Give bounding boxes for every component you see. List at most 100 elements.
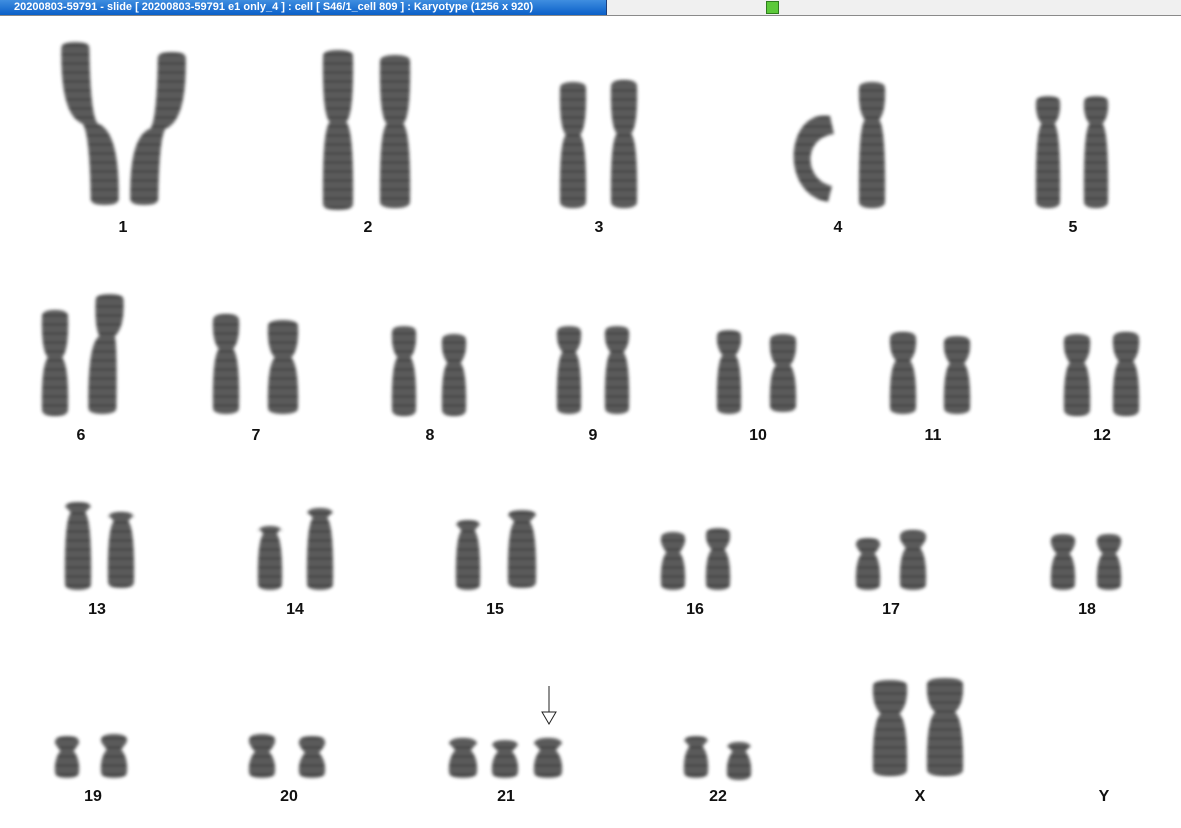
chromosome-16[interactable] xyxy=(660,528,731,590)
chromosome-x-homolog-2[interactable] xyxy=(926,678,964,776)
chromosome-14-label: 14 xyxy=(286,601,304,618)
chromosome-5[interactable] xyxy=(1035,96,1109,208)
chromosome-3-homolog-1[interactable] xyxy=(559,82,587,208)
chromosome-2-homolog-1[interactable] xyxy=(322,50,354,210)
chromosome-5-homolog-1[interactable] xyxy=(1035,96,1061,208)
chromosome-21-homolog-3[interactable] xyxy=(533,738,563,778)
chromosome-11-homolog-2[interactable] xyxy=(943,336,971,414)
chromosome-4[interactable] xyxy=(793,82,886,208)
chromosome-13-label: 13 xyxy=(88,601,106,618)
chromosome-17-homolog-2[interactable] xyxy=(899,530,927,590)
chromosome-14-homolog-2[interactable] xyxy=(306,508,334,590)
chromosome-5-homolog-2[interactable] xyxy=(1083,96,1109,208)
chromosome-13[interactable] xyxy=(64,502,135,590)
chromosome-15-homolog-1[interactable] xyxy=(455,520,481,590)
chromosome-4-homolog-1[interactable] xyxy=(793,115,834,202)
chromosome-1-homolog-1[interactable] xyxy=(61,42,119,205)
chromosome-18-homolog-2[interactable] xyxy=(1096,534,1122,590)
chromosome-5-label: 5 xyxy=(1068,219,1078,236)
chromosome-11-homolog-1[interactable] xyxy=(889,332,917,414)
chromosome-14[interactable] xyxy=(257,508,334,590)
chromosome-8[interactable] xyxy=(391,326,467,416)
chromosome-17-homolog-1[interactable] xyxy=(855,538,881,590)
karyogram[interactable]: 1 2 3 4 5 6 7 8 9 10 11 12 13 14 15 16 17 18 19 20 21 22 X Y xyxy=(0,17,1181,828)
chromosome-8-homolog-1[interactable] xyxy=(391,326,417,416)
chromosome-21-label: 21 xyxy=(497,788,515,805)
chromosome-22-homolog-1[interactable] xyxy=(683,736,709,778)
chromosome-x-homolog-1[interactable] xyxy=(872,680,908,776)
chromosome-10-label: 10 xyxy=(749,427,767,444)
chromosome-2-label: 2 xyxy=(363,219,373,236)
chromosome-2-homolog-2[interactable] xyxy=(379,55,411,208)
chromosome-17[interactable] xyxy=(855,530,927,590)
chromosome-18-label: 18 xyxy=(1078,601,1096,618)
chromosome-14-homolog-1[interactable] xyxy=(257,526,283,590)
chromosome-18-homolog-1[interactable] xyxy=(1050,534,1076,590)
chromosome-y-label: Y xyxy=(1098,788,1110,805)
karyogram-canvas xyxy=(41,42,1140,780)
chromosome-21[interactable] xyxy=(448,738,563,778)
chromosome-20-homolog-1[interactable] xyxy=(248,734,276,778)
chromosome-7[interactable] xyxy=(212,314,299,414)
chromosome-19[interactable] xyxy=(54,734,128,778)
chromosome-12-homolog-2[interactable] xyxy=(1112,332,1140,416)
chromosome-9-label: 9 xyxy=(588,427,598,444)
chromosome-16-homolog-2[interactable] xyxy=(705,528,731,590)
chromosome-12-label: 12 xyxy=(1093,427,1111,444)
chromosome-1[interactable] xyxy=(61,42,186,205)
chromosome-22[interactable] xyxy=(683,736,752,780)
window-titlebar: 20200803-59791 - slide [ 20200803-59791 … xyxy=(0,0,1181,16)
chromosome-6-label: 6 xyxy=(76,427,86,444)
chromosome-9[interactable] xyxy=(556,326,630,414)
chromosome-20-homolog-2[interactable] xyxy=(298,736,326,778)
chromosome-1-homolog-2[interactable] xyxy=(130,52,186,205)
chromosome-6[interactable] xyxy=(41,294,124,416)
chromosome-13-homolog-2[interactable] xyxy=(107,512,135,588)
chromosome-11[interactable] xyxy=(889,332,971,414)
chromosome-16-label: 16 xyxy=(686,601,704,618)
chromosome-3-label: 3 xyxy=(594,219,604,236)
chromosome-x[interactable] xyxy=(872,678,964,776)
chromosome-15-label: 15 xyxy=(486,601,504,618)
chromosome-20[interactable] xyxy=(248,734,326,778)
chromosome-10[interactable] xyxy=(716,330,797,414)
chromosome-3-homolog-2[interactable] xyxy=(610,80,638,208)
chromosome-12-homolog-1[interactable] xyxy=(1063,334,1091,416)
chromosome-9-homolog-1[interactable] xyxy=(556,326,582,414)
chromosome-12[interactable] xyxy=(1063,332,1140,416)
chromosome-6-homolog-2[interactable] xyxy=(88,294,124,414)
chromosome-19-label: 19 xyxy=(84,788,102,805)
chromosome-19-homolog-1[interactable] xyxy=(54,736,80,778)
chromosome-7-homolog-2[interactable] xyxy=(267,320,299,414)
chromosome-1-label: 1 xyxy=(118,219,128,236)
chromosome-7-homolog-1[interactable] xyxy=(212,314,240,414)
chromosome-10-homolog-1[interactable] xyxy=(716,330,742,414)
chromosome-7-label: 7 xyxy=(251,427,261,444)
chromosome-22-label: 22 xyxy=(709,788,727,805)
chromosome-x-label: X xyxy=(914,788,926,805)
status-indicator xyxy=(766,1,779,14)
chromosome-8-label: 8 xyxy=(425,427,435,444)
chromosome-11-label: 11 xyxy=(924,427,942,444)
chromosome-21-homolog-1[interactable] xyxy=(448,738,478,778)
chromosome-15-homolog-2[interactable] xyxy=(507,510,537,588)
chromosome-13-homolog-1[interactable] xyxy=(64,502,92,590)
window-title: 20200803-59791 - slide [ 20200803-59791 … xyxy=(14,1,534,13)
chromosome-6-homolog-1[interactable] xyxy=(41,310,69,416)
chromosome-4-label: 4 xyxy=(833,219,843,236)
chromosome-4-homolog-2[interactable] xyxy=(858,82,886,208)
chromosome-15[interactable] xyxy=(455,510,537,590)
chromosome-3[interactable] xyxy=(559,80,638,208)
chromosome-19-homolog-2[interactable] xyxy=(100,734,128,778)
window-title-tab[interactable]: 20200803-59791 - slide [ 20200803-59791 … xyxy=(0,0,607,15)
chromosome-2[interactable] xyxy=(322,50,411,210)
chromosome-16-homolog-1[interactable] xyxy=(660,532,686,590)
chromosome-17-label: 17 xyxy=(882,601,900,618)
chromosome-18[interactable] xyxy=(1050,534,1122,590)
chromosome-8-homolog-2[interactable] xyxy=(441,334,467,416)
chromosome-9-homolog-2[interactable] xyxy=(604,326,630,414)
chromosome-22-homolog-2[interactable] xyxy=(726,742,752,780)
chromosome-10-homolog-2[interactable] xyxy=(769,334,797,412)
chromosome-20-label: 20 xyxy=(280,788,298,805)
chromosome-21-homolog-2[interactable] xyxy=(491,740,519,778)
